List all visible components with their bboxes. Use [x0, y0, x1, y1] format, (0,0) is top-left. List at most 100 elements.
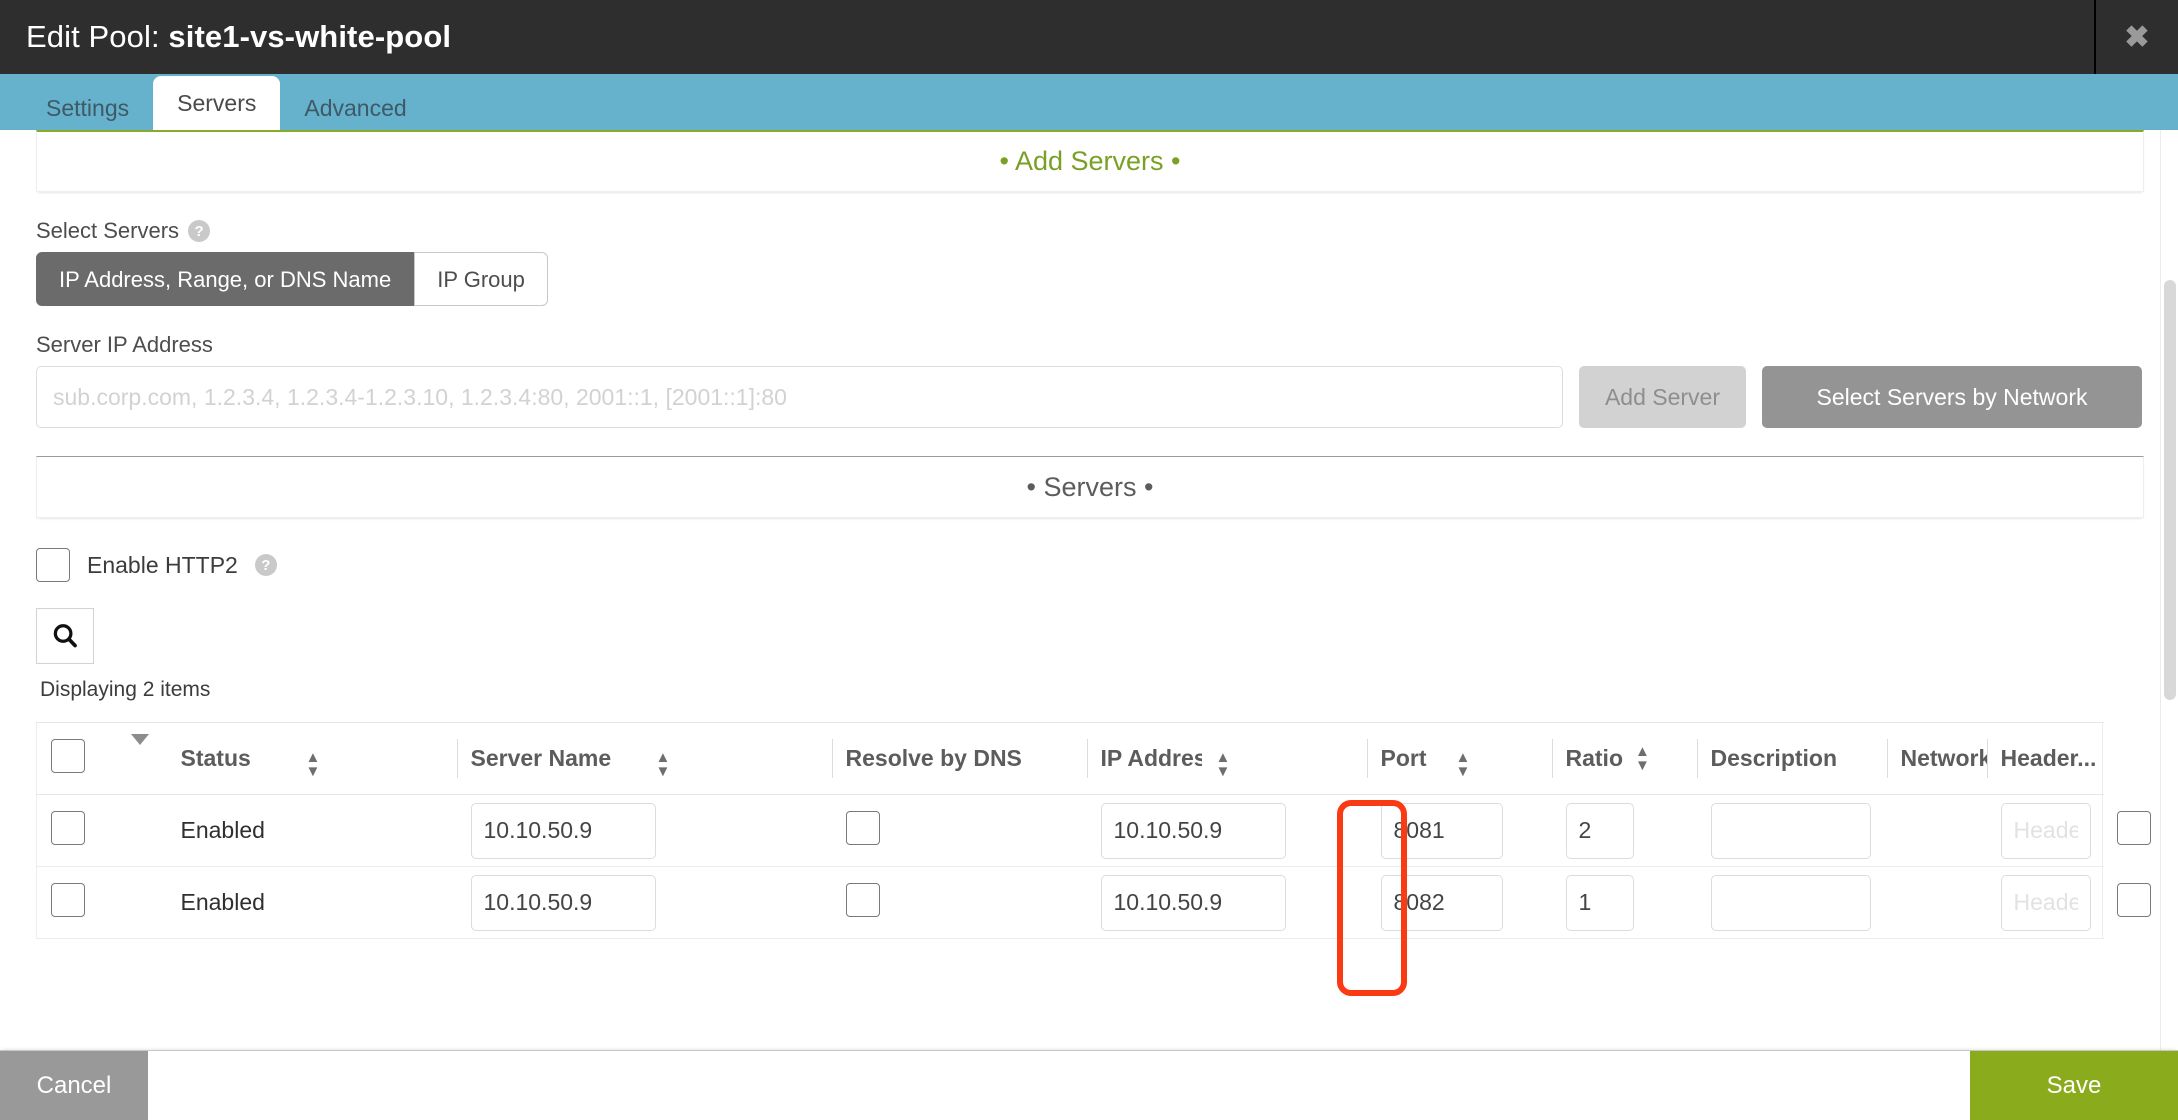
sort-icon-server-name[interactable]: ▲ ▼ [656, 750, 671, 779]
sort-status-cell[interactable]: ▲ ▼ [291, 722, 457, 795]
column-header-headers[interactable]: Header... [1986, 722, 2103, 795]
select-servers-by-network-button[interactable]: Select Servers by Network [1762, 366, 2142, 428]
save-button[interactable]: Save [1970, 1051, 2178, 1120]
chevron-down-icon[interactable] [130, 734, 149, 771]
tab-servers[interactable]: Servers [153, 76, 281, 130]
column-header-ip-address[interactable]: IP Address [1086, 722, 1202, 795]
column-label-port: Port [1380, 745, 1427, 771]
row-headers-cell [1986, 794, 2103, 867]
tab-advanced[interactable]: Advanced [280, 86, 430, 130]
server-ip-address-input[interactable] [36, 366, 1563, 428]
row-ratio-input[interactable] [1565, 802, 1634, 859]
servers-section-title: • Servers • [1026, 471, 1154, 502]
row-server-name-cell [456, 794, 832, 867]
search-button[interactable] [36, 608, 94, 664]
column-header-description[interactable]: Description [1696, 722, 1887, 795]
close-icon[interactable]: ✖ [2094, 0, 2178, 74]
segment-ip-group[interactable]: IP Group [414, 252, 548, 306]
column-label-status: Status [180, 745, 251, 771]
sort-icon-ratio[interactable]: ▲ ▼ [1635, 744, 1650, 773]
sort-port-cell[interactable]: ▲ ▼ [1441, 722, 1552, 795]
table-header-row: Status ▲ ▼ Server Name ▲ ▼ Resolve by DN… [36, 722, 2103, 795]
row-rewrite-checkbox[interactable] [2116, 883, 2151, 917]
row-description-input[interactable] [1710, 874, 1871, 931]
add-servers-form: Select Servers ? IP Address, Range, or D… [0, 192, 2178, 428]
sort-icon-port[interactable]: ▲ ▼ [1456, 750, 1471, 779]
row-server-name-input[interactable] [470, 802, 656, 859]
row-status-cell: Enabled [166, 866, 457, 939]
row-status-text: Enabled [180, 817, 265, 843]
help-icon[interactable]: ? [188, 220, 211, 242]
row-headers-input[interactable] [2000, 802, 2091, 859]
edit-pool-modal: Edit Pool: site1-vs-white-pool ✖ Setting… [0, 0, 2178, 1120]
server-ip-address-label-text: Server IP Address [36, 332, 213, 357]
enable-http2-checkbox[interactable] [36, 548, 70, 582]
select-servers-label: Select Servers ? [36, 218, 2142, 244]
row-description-input[interactable] [1710, 802, 1871, 859]
column-header-ratio[interactable]: Ratio ▲ ▼ [1551, 722, 1697, 795]
table-row: Enabled [36, 794, 2151, 867]
title-pool-name: site1-vs-white-pool [168, 19, 452, 54]
row-ip-address-input[interactable] [1100, 802, 1286, 859]
title-prefix: Edit Pool: [26, 19, 169, 54]
column-header-status[interactable]: Status [166, 722, 292, 795]
modal-title-bar: Edit Pool: site1-vs-white-pool ✖ [0, 0, 2178, 74]
segment-ip-address-range-dns[interactable]: IP Address, Range, or DNS Name [36, 252, 415, 306]
select-all-checkbox[interactable] [51, 738, 85, 773]
row-resolve-dns-cell [831, 794, 1087, 867]
search-icon [53, 624, 77, 648]
column-header-server-name[interactable]: Server Name [456, 722, 642, 795]
select-servers-label-text: Select Servers [36, 218, 180, 243]
row-port-input[interactable] [1380, 802, 1503, 859]
row-description-cell [1696, 794, 1887, 867]
row-status-text: Enabled [180, 889, 265, 915]
row-port-input[interactable] [1380, 874, 1503, 931]
tab-settings[interactable]: Settings [22, 86, 153, 130]
add-server-button[interactable]: Add Server [1578, 366, 1746, 428]
sort-server-name-cell[interactable]: ▲ ▼ [641, 722, 832, 795]
add-servers-section-title: • Add Servers • [999, 146, 1181, 176]
column-label-network: Network [1900, 745, 1987, 771]
http2-help-icon[interactable]: ? [254, 554, 277, 576]
row-network-cell [1886, 866, 1987, 939]
row-ratio-cell [1551, 794, 1697, 867]
row-select-cell [36, 866, 117, 939]
row-spacer-cell [116, 794, 167, 867]
row-select-cell [36, 794, 117, 867]
sort-icon-status[interactable]: ▲ ▼ [306, 750, 321, 779]
row-resolve-dns-cell [831, 866, 1087, 939]
row-server-name-cell [456, 866, 832, 939]
row-server-name-input[interactable] [470, 874, 656, 931]
row-ip-address-cell [1086, 866, 1367, 939]
select-all-menu-cell [116, 722, 167, 795]
column-label-server-name: Server Name [470, 745, 612, 771]
sort-ip-address-cell[interactable]: ▲ ▼ [1201, 722, 1367, 795]
row-ratio-cell [1551, 866, 1697, 939]
row-status-cell: Enabled [166, 794, 457, 867]
cancel-button[interactable]: Cancel [0, 1051, 148, 1120]
server-ip-row: Add Server Select Servers by Network [36, 366, 2142, 428]
row-select-checkbox[interactable] [51, 883, 85, 917]
row-rewrite-checkbox[interactable] [2116, 811, 2151, 845]
column-header-network[interactable]: Network [1886, 722, 1987, 795]
vertical-scrollbar[interactable] [2160, 130, 2178, 1050]
row-port-cell [1366, 794, 1552, 867]
row-ip-address-input[interactable] [1100, 874, 1286, 931]
row-select-checkbox[interactable] [51, 811, 85, 845]
servers-table-wrap: Status ▲ ▼ Server Name ▲ ▼ Resolve by DN… [36, 722, 2151, 996]
column-header-resolve-by-dns[interactable]: Resolve by DNS [831, 722, 1087, 795]
row-port-cell [1366, 866, 1552, 939]
scrollbar-thumb[interactable] [2164, 280, 2176, 700]
displaying-count: Displaying 2 items [40, 678, 211, 701]
row-resolve-dns-checkbox[interactable] [845, 883, 880, 917]
row-headers-input[interactable] [2000, 874, 2091, 931]
sort-icon-ip-address[interactable]: ▲ ▼ [1216, 750, 1231, 779]
add-servers-section-header: • Add Servers • [36, 130, 2144, 192]
servers-section-header: • Servers • [36, 456, 2144, 518]
select-all-cell [36, 722, 117, 795]
row-ratio-input[interactable] [1565, 874, 1634, 931]
row-resolve-dns-checkbox[interactable] [845, 811, 880, 845]
tab-bar: Settings Servers Advanced [0, 74, 2178, 130]
modal-footer: Cancel Save [0, 1050, 2178, 1120]
column-header-port[interactable]: Port [1366, 722, 1442, 795]
